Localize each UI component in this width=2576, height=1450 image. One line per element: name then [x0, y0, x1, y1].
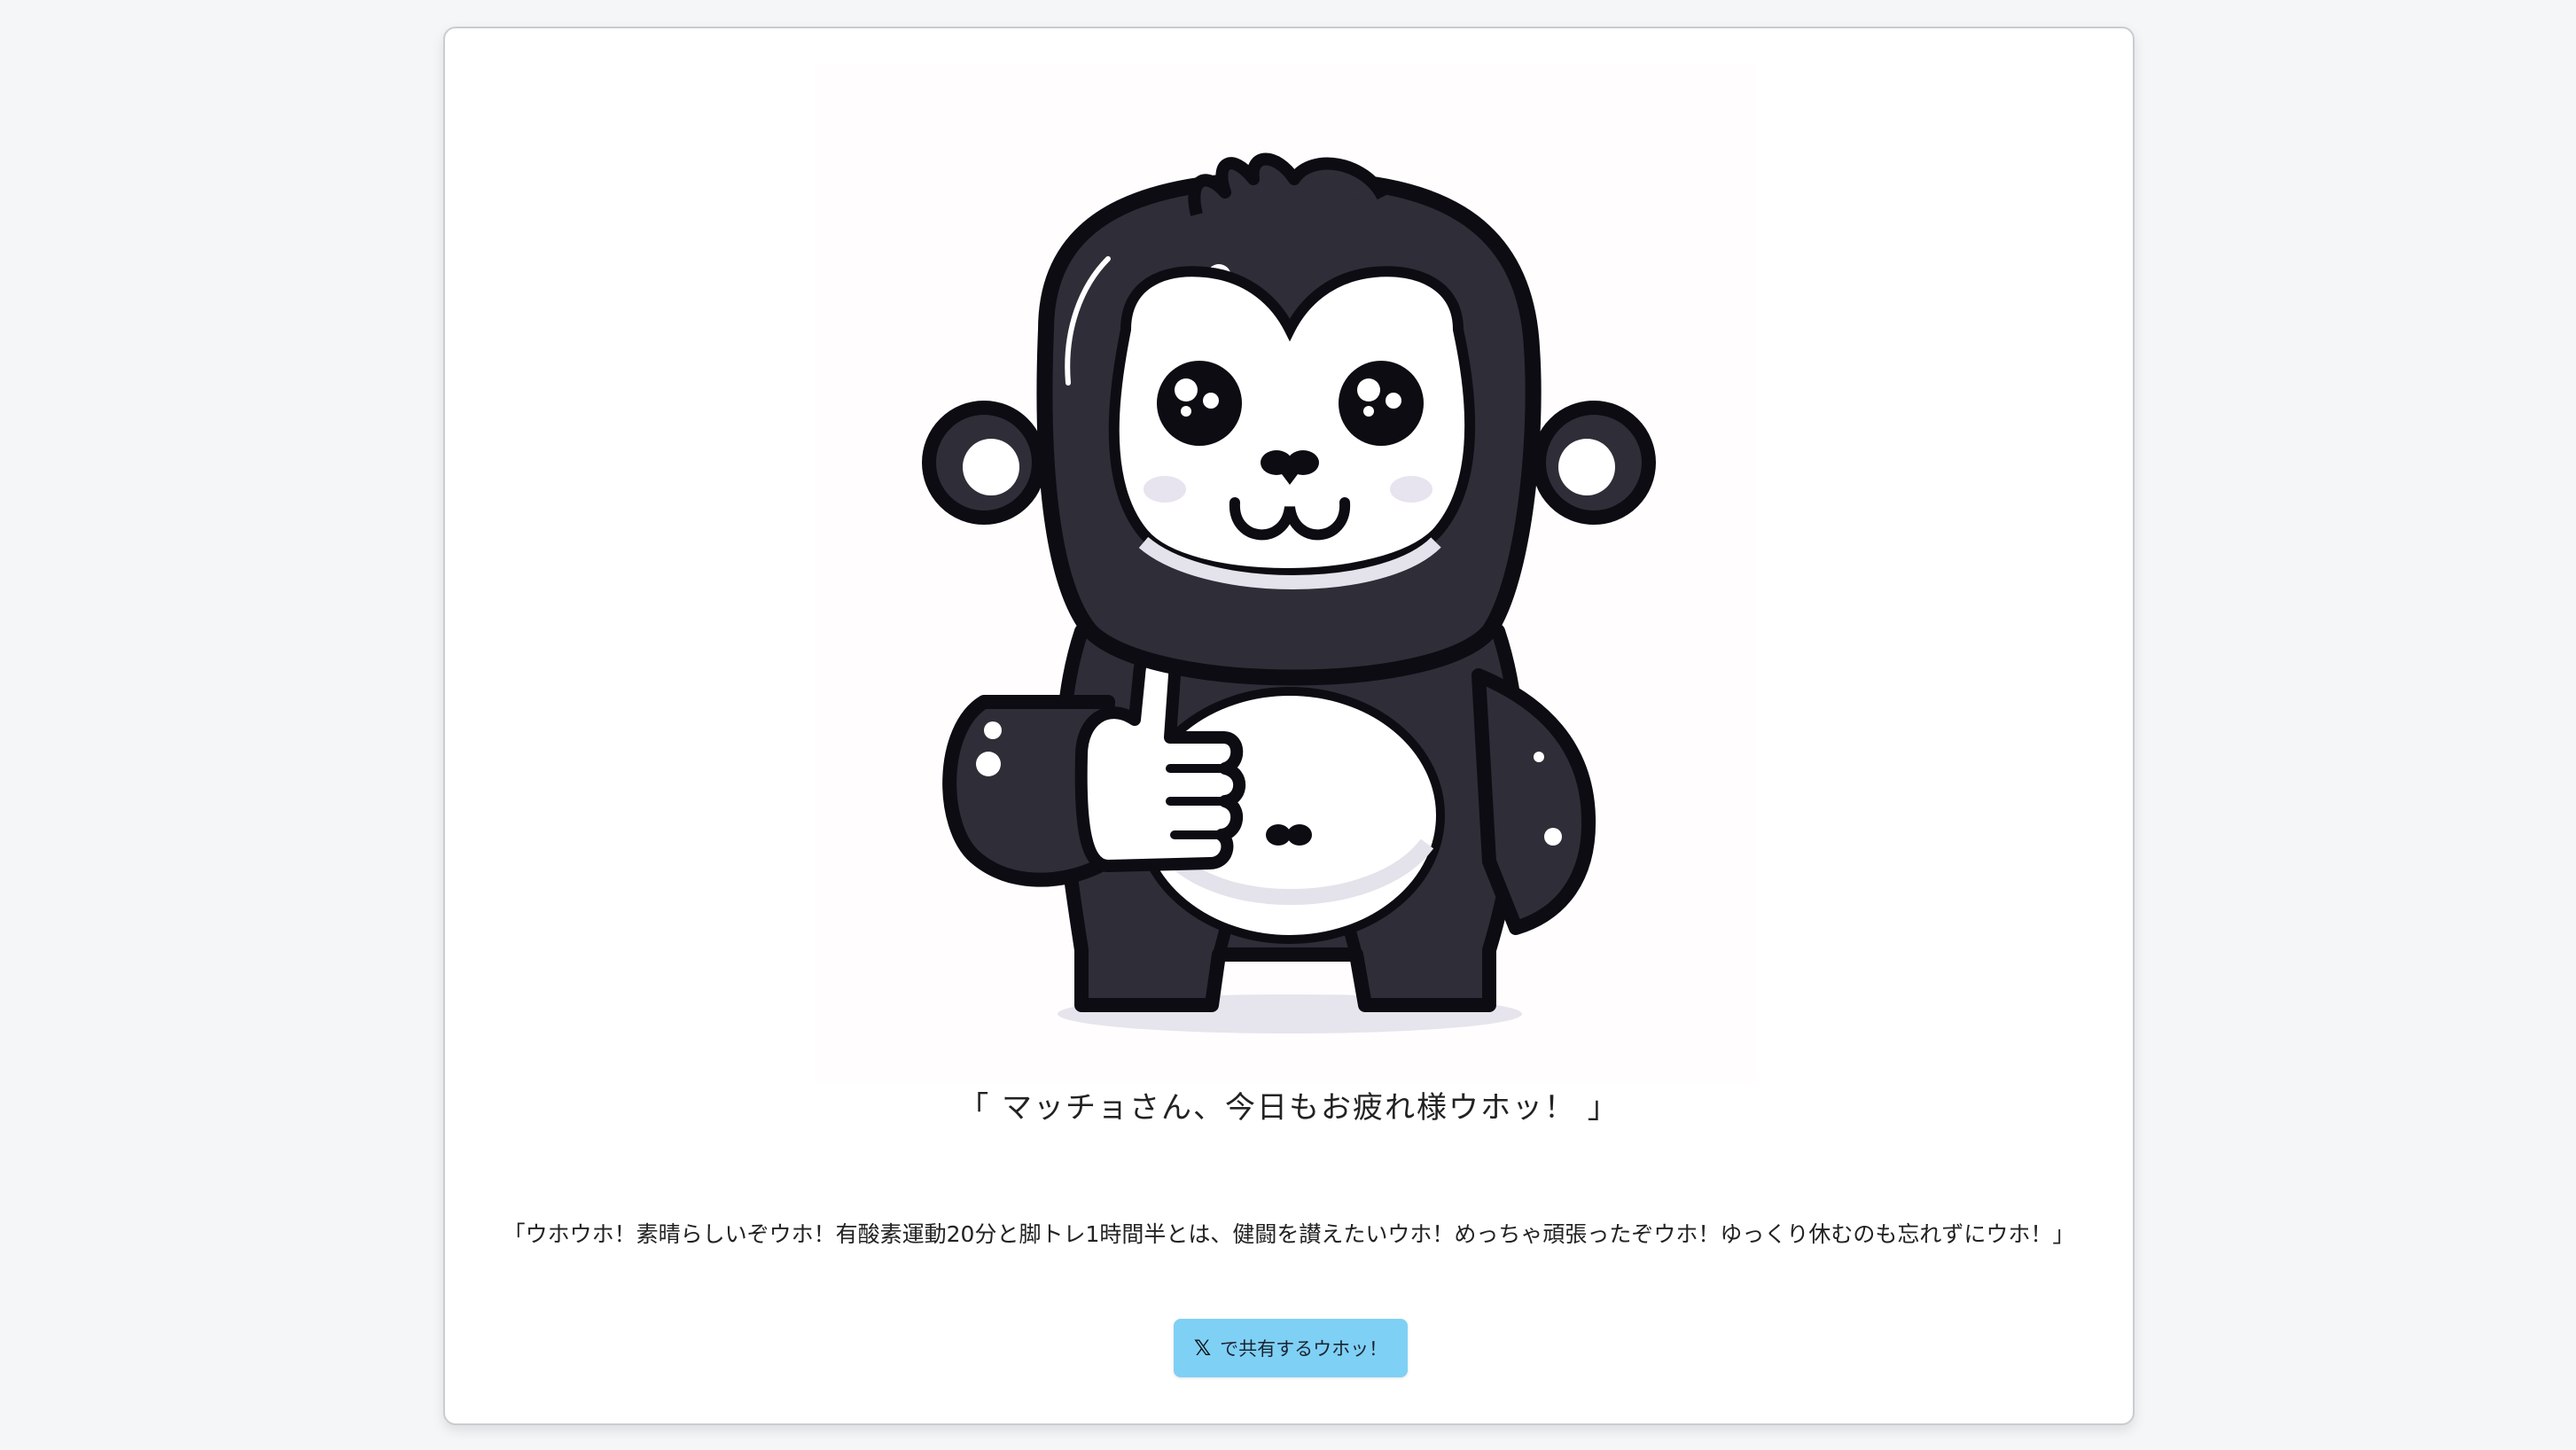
share-on-x-button[interactable]: 𝕏 で共有するウホッ！ [1174, 1319, 1408, 1377]
gorilla-icon [922, 152, 1656, 1033]
result-card: 「 マッチョさん、今日もお疲れ様ウホッ！ 」 「ウホウホ！素晴らしいぞウホ！有酸… [443, 27, 2135, 1425]
gorilla-mascot-image [816, 64, 1757, 1083]
x-logo-icon: 𝕏 [1193, 1336, 1212, 1360]
feedback-message: 「ウホウホ！素晴らしいぞウホ！有酸素運動20分と脚トレ1時間半とは、健闘を讃えた… [503, 1221, 2075, 1247]
greeting-text: 「 マッチョさん、今日もお疲れ様ウホッ！ 」 [958, 1090, 1620, 1126]
share-button-label: で共有するウホッ！ [1220, 1338, 1388, 1360]
